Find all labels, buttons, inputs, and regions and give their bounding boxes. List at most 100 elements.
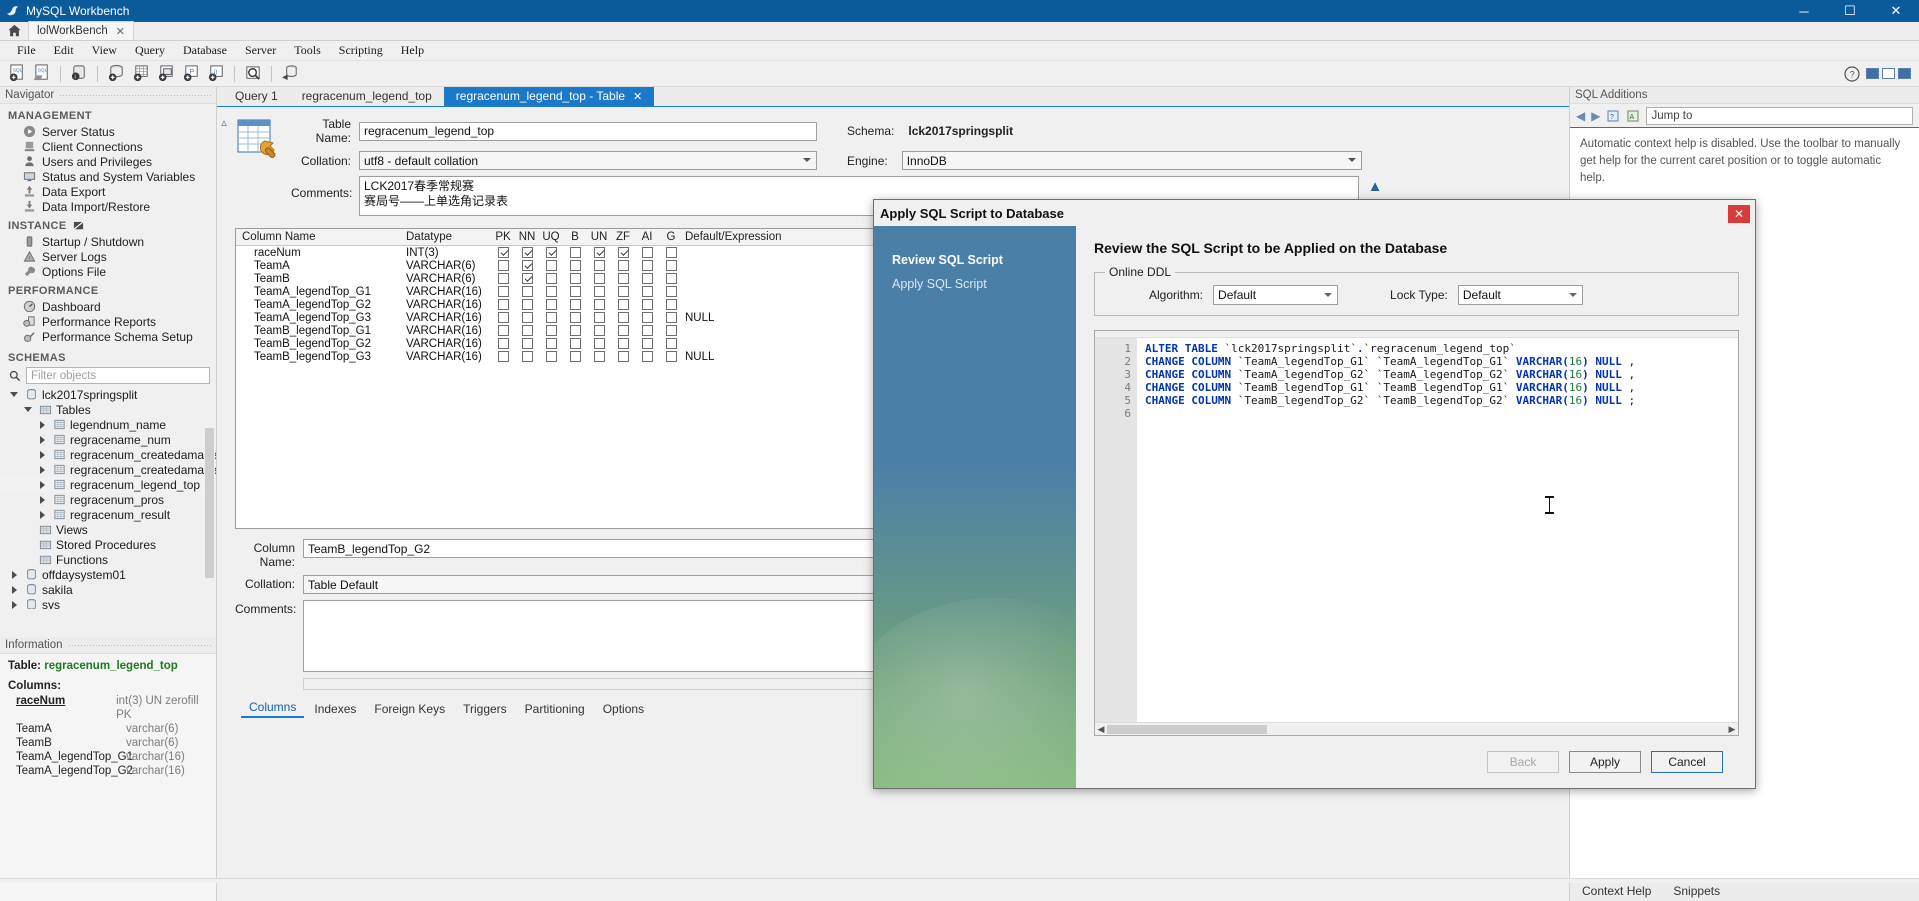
- checkbox-uq[interactable]: [539, 286, 563, 297]
- checkbox-zf-box[interactable]: [617, 260, 629, 271]
- checkbox-g[interactable]: [659, 312, 683, 323]
- checkbox-uq-box[interactable]: [545, 247, 557, 258]
- checkbox-g-box[interactable]: [665, 312, 677, 323]
- checkbox-b[interactable]: [563, 325, 587, 336]
- sql-horizontal-scrollbar[interactable]: ◀ ▶: [1095, 722, 1738, 735]
- lock-type-select[interactable]: Default: [1457, 285, 1583, 305]
- checkbox-ai[interactable]: [635, 351, 659, 362]
- checkbox-un-box[interactable]: [593, 299, 605, 310]
- maximize-button[interactable]: ☐: [1827, 0, 1873, 22]
- table-name-input[interactable]: regracenum_legend_top: [359, 121, 817, 141]
- checkbox-un[interactable]: [587, 273, 611, 284]
- checkbox-pk-box[interactable]: [497, 312, 509, 323]
- cell-datatype[interactable]: VARCHAR(16): [406, 312, 491, 324]
- cell-datatype[interactable]: VARCHAR(16): [406, 351, 491, 363]
- checkbox-nn-box[interactable]: [521, 351, 533, 362]
- checkbox-b-box[interactable]: [569, 338, 581, 349]
- nav-status-and-system-variables[interactable]: Status and System Variables: [0, 169, 216, 184]
- minimize-button[interactable]: ─: [1781, 0, 1827, 22]
- cell-column-name[interactable]: TeamA_legendTop_G1: [236, 286, 406, 298]
- checkbox-un[interactable]: [587, 325, 611, 336]
- checkbox-g[interactable]: [659, 351, 683, 362]
- chevron-down-icon[interactable]: [8, 392, 20, 397]
- checkbox-g[interactable]: [659, 273, 683, 284]
- checkbox-pk[interactable]: [491, 351, 515, 362]
- step-review-sql-script[interactable]: Review SQL Script: [874, 248, 1076, 272]
- tree-item-legendnum-name[interactable]: legendnum_name: [0, 417, 216, 432]
- checkbox-g-box[interactable]: [665, 273, 677, 284]
- checkbox-uq[interactable]: [539, 247, 563, 258]
- checkbox-ai-box[interactable]: [641, 312, 653, 323]
- nav-startup-shutdown[interactable]: Startup / Shutdown: [0, 234, 216, 249]
- tab-triggers[interactable]: Triggers: [455, 700, 515, 718]
- checkbox-uq-box[interactable]: [545, 299, 557, 310]
- checkbox-nn[interactable]: [515, 312, 539, 323]
- checkbox-un-box[interactable]: [593, 312, 605, 323]
- tree-item-sys[interactable]: sys: [0, 597, 216, 609]
- close-icon[interactable]: ✕: [116, 25, 125, 38]
- nav-users-and-privileges[interactable]: Users and Privileges: [0, 154, 216, 169]
- checkbox-zf[interactable]: [611, 260, 635, 271]
- checkbox-uq-box[interactable]: [545, 312, 557, 323]
- step-apply-sql-script[interactable]: Apply SQL Script: [874, 272, 1076, 296]
- checkbox-ai-box[interactable]: [641, 299, 653, 310]
- menu-scripting[interactable]: Scripting: [330, 41, 392, 60]
- chevron-right-icon[interactable]: [8, 600, 20, 609]
- cell-datatype[interactable]: VARCHAR(6): [406, 260, 491, 272]
- tree-item-regracenum-pros[interactable]: regracenum_pros: [0, 492, 216, 507]
- checkbox-pk[interactable]: [491, 299, 515, 310]
- checkbox-b-box[interactable]: [569, 351, 581, 362]
- scroll-right-icon[interactable]: ▶: [1726, 724, 1738, 735]
- checkbox-ai-box[interactable]: [641, 351, 653, 362]
- nav-performance-schema-setup[interactable]: Performance Schema Setup: [0, 329, 216, 344]
- toggle-secondary-sidebar-button[interactable]: [1898, 68, 1911, 79]
- chevron-right-icon[interactable]: [8, 570, 20, 579]
- cell-datatype[interactable]: INT(3): [406, 247, 491, 259]
- checkbox-ai[interactable]: [635, 260, 659, 271]
- new-function-icon[interactable]: (): [205, 63, 227, 85]
- checkbox-un-box[interactable]: [593, 338, 605, 349]
- nav-client-connections[interactable]: Client Connections: [0, 139, 216, 154]
- checkbox-uq[interactable]: [539, 273, 563, 284]
- cell-column-name[interactable]: TeamA: [236, 260, 406, 272]
- checkbox-zf-box[interactable]: [617, 338, 629, 349]
- col-header-nn[interactable]: NN: [515, 231, 539, 243]
- checkbox-uq-box[interactable]: [545, 273, 557, 284]
- checkbox-uq[interactable]: [539, 312, 563, 323]
- menu-database[interactable]: Database: [174, 41, 236, 60]
- checkbox-zf[interactable]: [611, 273, 635, 284]
- new-schema-icon[interactable]: [105, 63, 127, 85]
- tree-item-lck2017springsplit[interactable]: lck2017springsplit: [0, 387, 216, 402]
- toggle-output-button[interactable]: [1882, 68, 1895, 79]
- checkbox-uq-box[interactable]: [545, 338, 557, 349]
- chevron-right-icon[interactable]: [36, 435, 48, 444]
- checkbox-ai[interactable]: [635, 273, 659, 284]
- cell-datatype[interactable]: VARCHAR(16): [406, 338, 491, 350]
- checkbox-nn-box[interactable]: [521, 338, 533, 349]
- menu-tools[interactable]: Tools: [285, 41, 330, 60]
- nav-options-file[interactable]: Options File: [0, 264, 216, 279]
- checkbox-b[interactable]: [563, 260, 587, 271]
- checkbox-ai-box[interactable]: [641, 325, 653, 336]
- checkbox-g[interactable]: [659, 325, 683, 336]
- checkbox-un[interactable]: [587, 299, 611, 310]
- tree-item-sakila[interactable]: sakila: [0, 582, 216, 597]
- checkbox-uq[interactable]: [539, 299, 563, 310]
- checkbox-zf[interactable]: [611, 338, 635, 349]
- sql-viewer-body[interactable]: 123456 ALTER TABLE `lck2017springsplit`.…: [1095, 338, 1738, 722]
- tree-item-regracenum-legend-top[interactable]: regracenum_legend_top: [0, 477, 216, 492]
- tab-regracenum-legend-top-table[interactable]: regracenum_legend_top - Table ✕: [443, 87, 655, 106]
- checkbox-nn[interactable]: [515, 351, 539, 362]
- tab-context-help[interactable]: Context Help: [1582, 884, 1651, 898]
- checkbox-uq-box[interactable]: [545, 286, 557, 297]
- home-icon[interactable]: [0, 21, 28, 40]
- checkbox-g-box[interactable]: [665, 351, 677, 362]
- cell-default[interactable]: NULL: [683, 312, 743, 324]
- menu-help[interactable]: Help: [392, 41, 433, 60]
- checkbox-pk-box[interactable]: [497, 260, 509, 271]
- checkbox-pk[interactable]: [491, 338, 515, 349]
- scrollbar-track[interactable]: [1107, 723, 1726, 735]
- cell-column-name[interactable]: TeamA_legendTop_G2: [236, 299, 406, 311]
- help-circle-icon[interactable]: ?: [1841, 63, 1863, 85]
- col-header-ai[interactable]: AI: [635, 231, 659, 243]
